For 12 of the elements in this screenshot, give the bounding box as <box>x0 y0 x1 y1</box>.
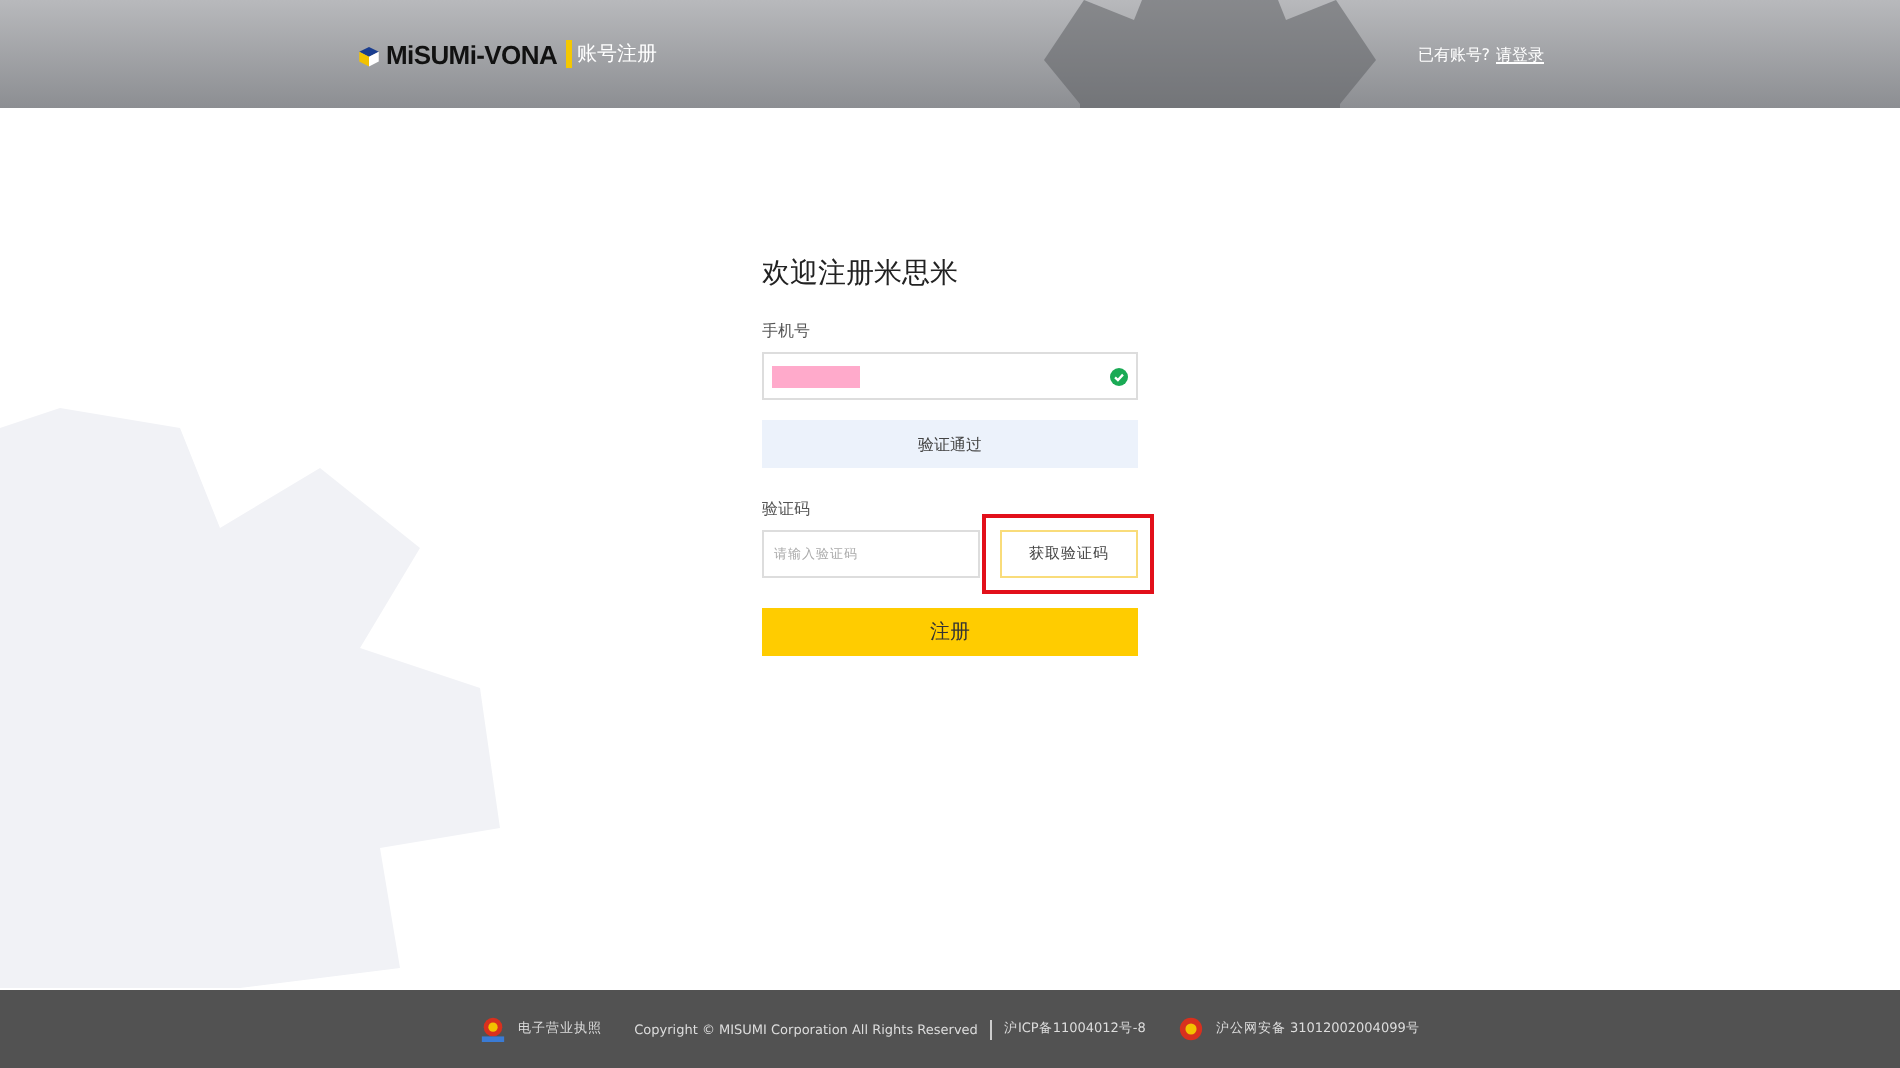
emblem-icon <box>480 1016 507 1042</box>
police-emblem-icon <box>1177 1016 1204 1042</box>
login-prompt: 已有账号? <box>1417 43 1490 65</box>
page-subtitle: 账号注册 <box>577 41 658 68</box>
verify-status-banner: 验证通过 <box>762 420 1138 468</box>
phone-field[interactable] <box>762 352 1138 400</box>
field-label: 手机号 <box>762 320 812 342</box>
field-label: 验证码 <box>762 498 812 520</box>
logo-icon <box>356 41 382 67</box>
register-button[interactable]: 注册 <box>762 608 1138 656</box>
logo-text: MiSUMi-VONA <box>386 39 558 69</box>
form-title: 欢迎注册米思米 <box>762 256 960 292</box>
